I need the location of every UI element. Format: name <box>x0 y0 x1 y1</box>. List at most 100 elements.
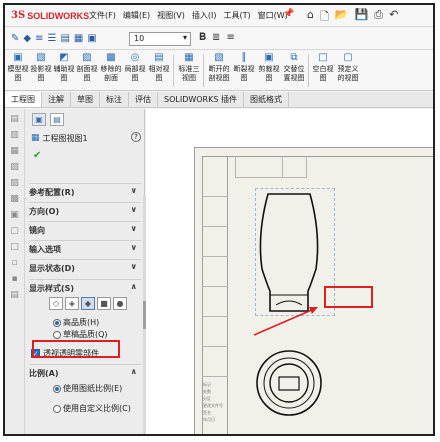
button-label: 图 <box>155 74 163 82</box>
menu-edit[interactable]: 编辑(E) <box>123 10 150 21</box>
section-label: 输入选项 <box>29 245 61 254</box>
auxiliary-view-button[interactable]: ◩ 辅助视 图 <box>53 53 75 83</box>
part-profile <box>259 193 319 312</box>
new-document-icon[interactable]: 🗋 <box>320 8 329 27</box>
sketch-icon[interactable]: ▫ <box>9 257 21 269</box>
menu-insert[interactable]: 插入(I) <box>192 10 217 21</box>
menu-tools[interactable]: 工具(T) <box>223 10 250 21</box>
tab-markup[interactable]: 标注 <box>100 92 129 107</box>
projected-view-icon: ▧ <box>36 52 46 63</box>
section-display-state[interactable]: 显示状态(D) ∨ <box>29 259 141 273</box>
section-scale[interactable]: 比例(A) ∧ <box>29 364 141 378</box>
tab-sheet-format[interactable]: 图纸格式 <box>243 92 289 107</box>
align-icon[interactable]: ≣ <box>212 32 220 43</box>
chevron-down-icon[interactable]: ▾ <box>183 33 187 42</box>
high-quality-radio[interactable]: 高品质(H) <box>53 317 99 328</box>
save-icon[interactable]: 💾 <box>355 8 369 27</box>
wireframe-icon[interactable]: ◇ <box>49 297 63 310</box>
predefined-view-button[interactable]: ▢ 预定义 的视图 <box>337 53 359 83</box>
button-label: 标准三 <box>178 65 200 73</box>
crop-view-button[interactable]: ▣ 剪裁视 图 <box>258 53 280 83</box>
color-icon[interactable]: ◆ <box>23 33 31 44</box>
button-label: 断裂视 <box>233 65 255 73</box>
hidden-lines-removed-icon[interactable]: ◆ <box>81 297 95 310</box>
auxiliary-view-icon: ◩ <box>59 52 69 63</box>
radio-selected <box>53 318 61 327</box>
feature-tree-icon[interactable]: ▤ <box>9 113 21 125</box>
justify-icon[interactable]: ≡ <box>226 32 234 43</box>
dimxpert-icon[interactable]: ▧ <box>9 161 21 173</box>
view-icon[interactable]: □ <box>9 241 21 253</box>
home-icon[interactable]: ⌂ <box>307 8 314 27</box>
shaded-edges-icon[interactable]: ■ <box>97 297 111 310</box>
drawing-view-icon: ▦ <box>31 133 40 143</box>
projected-view-button[interactable]: ▧ 投影视 图 <box>30 53 52 83</box>
print-icon[interactable]: ⎙ <box>374 8 383 27</box>
empty-view-button[interactable]: □ 空白视 图 <box>312 53 334 83</box>
button-label: 模型视 <box>7 65 29 73</box>
section-import-options[interactable]: 输入选项 ∨ <box>29 240 141 254</box>
relative-view-button[interactable]: ▤ 相对视 图 <box>148 53 170 83</box>
undo-icon[interactable]: ↶ <box>389 8 398 27</box>
model-view-button[interactable]: ▣ 模型视 图 <box>7 53 29 83</box>
tab-drawing[interactable]: 工程图 <box>5 92 42 107</box>
grid-icon[interactable]: ▦ <box>74 33 83 44</box>
broken-out-section-button[interactable]: ▧ 断开的 剖视图 <box>208 53 230 83</box>
shaded-icon[interactable]: ● <box>113 297 127 310</box>
display-style-buttons: ◇ ◈ ◆ ■ ● <box>49 297 127 310</box>
display-manager-icon[interactable]: ▨ <box>9 177 21 189</box>
help-icon[interactable]: ? <box>131 132 141 142</box>
use-sheet-scale-radio[interactable]: 使用图纸比例(E) <box>53 383 122 394</box>
draft-quality-radio[interactable]: 草稿品质(Q) <box>53 329 108 340</box>
button-label: 剖视图 <box>208 74 230 82</box>
removed-section-button[interactable]: ▩ 移除的 剖面 <box>100 53 122 83</box>
line-value-field[interactable]: 10 ▾ <box>129 32 191 46</box>
bold-icon[interactable]: 𝐁 <box>199 32 206 43</box>
button-label: 剪裁视 <box>258 65 280 73</box>
use-custom-scale-radio[interactable]: 使用自定义比例(C) <box>53 403 131 414</box>
alternate-position-button[interactable]: ⧉ 交替位 置视图 <box>283 53 305 83</box>
predefined-view-icon: ▢ <box>343 52 353 63</box>
line-style-icon[interactable]: ☰ <box>47 33 56 44</box>
sheet-icon[interactable]: ▢ <box>9 225 21 237</box>
menu-view[interactable]: 视图(V) <box>157 10 185 21</box>
tab-evaluate[interactable]: 评估 <box>129 92 158 107</box>
drawing-icon[interactable]: ▣ <box>9 209 21 221</box>
radio-unselected <box>53 330 61 339</box>
pin-icon[interactable]: 📌 <box>283 9 294 19</box>
button-label: 置视图 <box>283 74 305 82</box>
open-icon[interactable]: 📂 <box>335 8 349 27</box>
standard-3-view-button[interactable]: ▦ 标准三 视图 <box>178 53 200 83</box>
layer-icon[interactable]: ✎ <box>11 33 19 44</box>
section-label: 镜向 <box>29 226 45 235</box>
ok-check-icon[interactable]: ✔ <box>33 150 41 161</box>
section-mirror[interactable]: 镜向 ∨ <box>29 221 141 235</box>
line-thickness-icon[interactable]: ≡ <box>35 33 43 44</box>
hidden-lines-visible-icon[interactable]: ◈ <box>65 297 79 310</box>
removed-section-icon: ▩ <box>106 52 116 63</box>
drawing-canvas[interactable]: 标记 处数 分区 更改文件号 签名 年月日 <box>146 109 433 434</box>
tab-sketch[interactable]: 草图 <box>71 92 100 107</box>
tab-annotation[interactable]: 注解 <box>42 92 71 107</box>
section-label: 显示样式(S) <box>29 284 75 293</box>
annotation-icon[interactable]: ▪ <box>9 273 21 285</box>
section-display-style[interactable]: 显示样式(S) ∧ <box>29 279 141 293</box>
section-orientation[interactable]: 方向(O) ∨ <box>29 202 141 216</box>
property-icon[interactable]: ▥ <box>9 129 21 141</box>
hide-edge-icon[interactable]: ▤ <box>60 33 69 44</box>
feature-tab[interactable]: ▤ <box>50 113 64 126</box>
tab-addins[interactable]: SOLIDWORKS 插件 <box>158 92 244 107</box>
section-view-button[interactable]: ▨ 剖面视 图 <box>76 53 98 83</box>
config-icon[interactable]: ▦ <box>9 145 21 157</box>
radio-label: 高品质(H) <box>63 318 100 327</box>
app-window: 3S SOLIDWORKS 文件(F) 编辑(E) 视图(V) 插入(I) 工具… <box>3 3 435 436</box>
break-view-button[interactable]: ∥ 断裂视 图 <box>233 53 255 83</box>
part-icon[interactable]: ▩ <box>9 193 21 205</box>
detail-view-button[interactable]: ◎ 局部视 图 <box>124 53 146 83</box>
snap-icon[interactable]: ▣ <box>87 33 96 44</box>
menu-file[interactable]: 文件(F) <box>89 10 116 21</box>
layer-icon[interactable]: ▤ <box>9 289 21 301</box>
button-label: 剖面视 <box>76 65 98 73</box>
section-reference-config[interactable]: 参考配置(R) ∨ <box>29 183 141 197</box>
property-tab[interactable]: ▣ <box>32 113 46 126</box>
